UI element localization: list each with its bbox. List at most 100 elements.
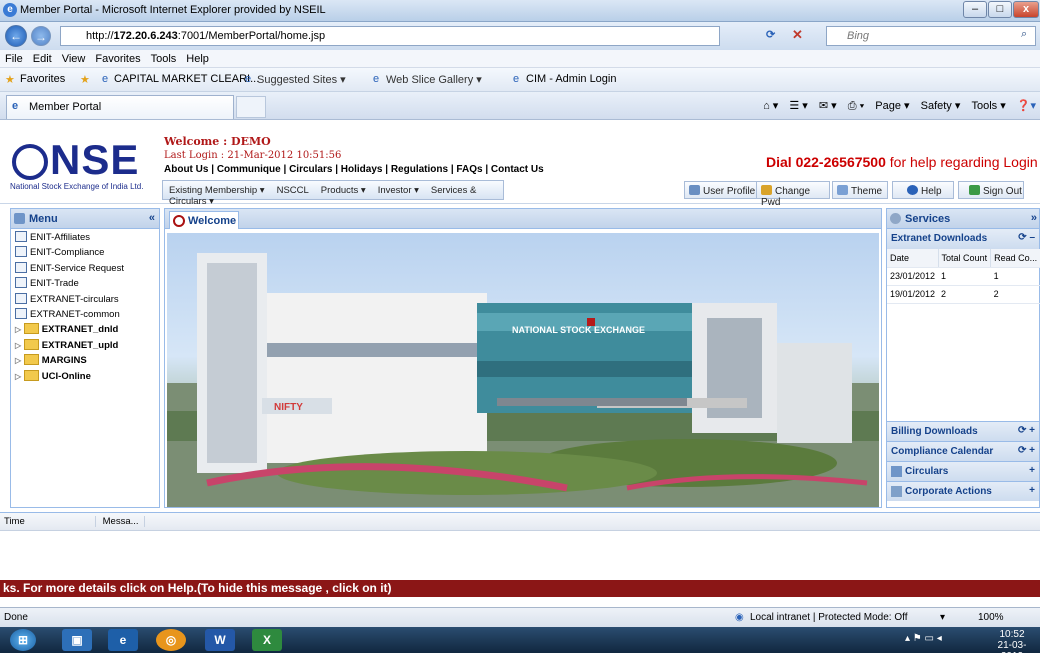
document-icon <box>15 246 27 258</box>
minimize-button[interactable]: – <box>963 1 987 18</box>
menu-tools[interactable]: Tools <box>146 50 182 65</box>
favorite-link-capital-market[interactable]: CAPITAL MARKET CLEARI... <box>114 73 259 85</box>
link-faqs[interactable]: FAQs <box>456 164 482 175</box>
menu-view[interactable]: View <box>57 50 91 65</box>
nav-products[interactable]: Products ▾ <box>321 185 366 196</box>
link-holidays[interactable]: Holidays <box>341 164 383 175</box>
table-row[interactable]: 23/01/2012 1 1 <box>887 267 1040 286</box>
tab-member-portal[interactable]: e Member Portal <box>6 95 234 119</box>
page-menu[interactable]: Page ▾ <box>875 100 909 112</box>
column-header[interactable]: Total Count <box>938 249 992 268</box>
security-icon[interactable]: ▾ <box>940 612 945 623</box>
search-icon[interactable]: ⌕ <box>1021 28 1027 41</box>
column-header[interactable]: Read Co... <box>990 249 1040 268</box>
forward-icon[interactable]: → <box>31 26 51 46</box>
expand-icon[interactable]: ▷ <box>15 372 21 381</box>
home-icon[interactable]: ⌂ ▾ <box>763 100 778 112</box>
menu-file[interactable]: File <box>0 50 28 65</box>
word-icon[interactable]: W <box>205 629 235 651</box>
tree-folder[interactable]: ▷ EXTRANET_upld <box>11 337 159 352</box>
tree-item[interactable]: EXTRANET-circulars <box>11 291 159 306</box>
expand-icon[interactable]: ▷ <box>15 325 21 334</box>
refresh-icon[interactable]: ⟳ – <box>1018 232 1035 243</box>
change-password-button[interactable]: Change Pwd <box>756 181 830 208</box>
tab-welcome[interactable]: Welcome <box>169 211 239 229</box>
ie-page-icon: e <box>513 73 520 85</box>
app-icon[interactable]: ◎ <box>156 629 186 651</box>
tree-item[interactable]: ENIT-Affiliates <box>11 229 159 244</box>
ie-taskbar-icon[interactable]: e <box>108 629 138 651</box>
stop-icon[interactable]: ✕ <box>792 27 803 43</box>
refresh-icon[interactable]: ⟳ <box>766 28 775 41</box>
tree-folder[interactable]: ▷ MARGINS <box>11 352 159 367</box>
expand-icon[interactable]: ⟳ + <box>1018 445 1035 456</box>
collapse-left-icon[interactable]: « <box>149 212 155 224</box>
close-button[interactable]: x <box>1013 1 1039 18</box>
column-message[interactable]: Messa... <box>99 516 145 527</box>
menu-favorites[interactable]: Favorites <box>90 50 145 65</box>
zone-text[interactable]: Local intranet | Protected Mode: Off <box>750 612 908 623</box>
help-icon[interactable]: ❓▾ <box>1017 100 1036 112</box>
ticker-message[interactable]: ks. For more details click on Help.(To h… <box>0 580 1040 597</box>
user-profile-button[interactable]: User Profile <box>684 181 758 199</box>
collapse-right-icon[interactable]: » <box>1031 212 1037 224</box>
column-header[interactable]: Date <box>887 249 939 268</box>
excel-icon[interactable]: X <box>252 629 282 651</box>
zoom-level[interactable]: 100% <box>978 612 1004 623</box>
new-tab-button[interactable] <box>236 96 266 118</box>
sign-out-button[interactable]: Sign Out <box>958 181 1024 199</box>
nav-investor[interactable]: Investor ▾ <box>378 185 419 196</box>
maximize-button[interactable]: □ <box>988 1 1012 18</box>
billing-downloads-header[interactable]: Billing Downloads ⟳ + <box>887 421 1039 441</box>
add-favorite-icon[interactable]: ★ <box>80 73 90 86</box>
link-contact-us[interactable]: Contact Us <box>491 164 544 175</box>
menu-help[interactable]: Help <box>181 50 214 65</box>
expand-icon[interactable]: ▷ <box>15 341 21 350</box>
help-button[interactable]: Help <box>892 181 954 199</box>
link-circulars[interactable]: Circulars <box>289 164 332 175</box>
tree-folder[interactable]: ▷ EXTRANET_dnld <box>11 321 159 336</box>
tree-item[interactable]: EXTRANET-common <box>11 306 159 321</box>
favorite-link-suggested-sites[interactable]: Suggested Sites ▾ <box>257 73 346 86</box>
tray-icons[interactable]: ▴ ⚑ ▭ ◂ <box>905 633 942 644</box>
feeds-icon[interactable]: ☰ ▾ <box>789 100 807 112</box>
search-input[interactable]: Bing <box>826 26 1036 46</box>
extranet-downloads-header[interactable]: Extranet Downloads ⟳ – <box>887 229 1039 249</box>
expand-icon[interactable]: ▷ <box>15 356 21 365</box>
expand-icon[interactable]: + <box>1029 485 1035 496</box>
app-icon[interactable]: ▣ <box>62 629 92 651</box>
circulars-header[interactable]: Circulars + <box>887 461 1039 481</box>
nav-existing-membership[interactable]: Existing Membership ▾ <box>169 185 265 196</box>
welcome-tabstrip: Welcome <box>165 209 881 229</box>
expand-icon[interactable]: + <box>1029 465 1035 476</box>
favorites-button[interactable]: Favorites <box>20 73 65 85</box>
theme-button[interactable]: Theme <box>832 181 888 199</box>
mail-icon[interactable]: ✉ ▾ <box>819 100 837 112</box>
corporate-actions-header[interactable]: Corporate Actions + <box>887 481 1039 501</box>
nav-nsccl[interactable]: NSCCL <box>277 185 309 196</box>
column-time[interactable]: Time <box>4 516 96 527</box>
favorite-link-cim-admin[interactable]: CIM - Admin Login <box>526 73 616 85</box>
tree-item[interactable]: ENIT-Compliance <box>11 244 159 259</box>
tree-item[interactable]: ENIT-Service Request <box>11 260 159 275</box>
table-row[interactable]: 19/01/2012 2 2 <box>887 285 1040 304</box>
tree-folder[interactable]: ▷ UCI-Online <box>11 368 159 383</box>
address-bar[interactable]: http://172.20.6.243:7001/MemberPortal/ho… <box>60 26 720 46</box>
menu-edit[interactable]: Edit <box>28 50 57 65</box>
back-icon[interactable]: ← <box>5 25 27 47</box>
start-button[interactable]: ⊞ <box>10 629 36 651</box>
link-communique[interactable]: Communique <box>217 164 281 175</box>
link-regulations[interactable]: Regulations <box>391 164 448 175</box>
link-about-us[interactable]: About Us <box>164 164 208 175</box>
expand-icon[interactable]: ⟳ + <box>1018 425 1035 436</box>
tab-label: Member Portal <box>29 101 102 113</box>
system-clock[interactable]: 10:52 21-03-2012 <box>988 629 1036 662</box>
print-icon[interactable]: ⎙ ▾ <box>848 100 864 112</box>
favorite-link-web-slice[interactable]: Web Slice Gallery ▾ <box>386 73 482 86</box>
tree-item[interactable]: ENIT-Trade <box>11 275 159 290</box>
tree-item-label: ENIT-Trade <box>30 278 79 290</box>
tools-menu[interactable]: Tools ▾ <box>971 100 1005 112</box>
safety-menu[interactable]: Safety ▾ <box>921 100 961 112</box>
compliance-calendar-header[interactable]: Compliance Calendar ⟳ + <box>887 441 1039 461</box>
ie-icon: e <box>3 3 17 17</box>
